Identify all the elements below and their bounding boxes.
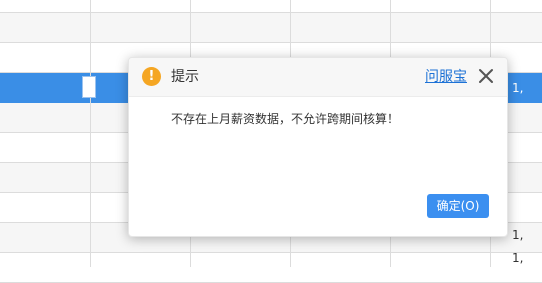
- dialog-title: 提示: [171, 69, 199, 85]
- dialog-header: ! 提示 问服宝: [129, 58, 507, 97]
- table-cell: 1,: [512, 228, 524, 242]
- table-row[interactable]: [0, 13, 542, 43]
- warning-icon: !: [142, 67, 161, 86]
- table-cell: 1,: [512, 251, 524, 265]
- column-divider: [90, 0, 91, 267]
- close-icon[interactable]: [477, 67, 495, 85]
- alert-dialog: ! 提示 问服宝 不存在上月薪资数据，不允许跨期间核算！ 确定(O): [128, 57, 508, 237]
- table-cell: 1,: [512, 81, 524, 95]
- table-row[interactable]: [0, 0, 542, 13]
- ok-button[interactable]: 确定(O): [427, 194, 489, 218]
- help-link[interactable]: 问服宝: [425, 68, 467, 86]
- cell-editor[interactable]: [82, 76, 96, 98]
- dialog-message: 不存在上月薪资数据，不允许跨期间核算！: [171, 112, 400, 126]
- table-row[interactable]: [0, 253, 542, 283]
